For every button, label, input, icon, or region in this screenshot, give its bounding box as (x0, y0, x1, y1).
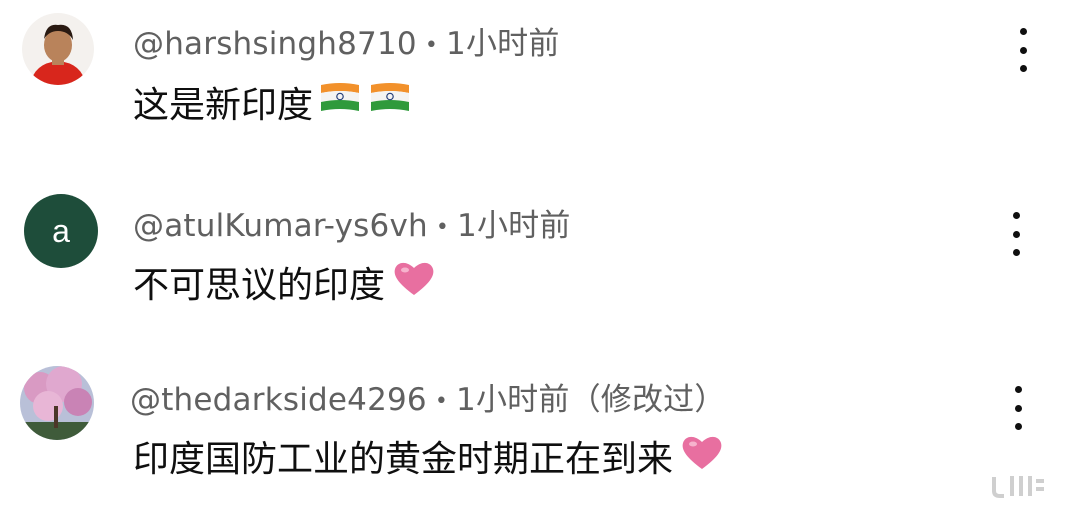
comment-text-row: 这是新印度 (133, 78, 413, 126)
user-avatar[interactable] (20, 366, 94, 440)
comment-text-row: 印度国防工业的黄金时期正在到来 (133, 432, 725, 480)
comment-meta: @atulKumar-ys6vh • 1小时前 (133, 200, 571, 245)
comment-1: @harshsingh8710 • 1小时前 这是新印度 (0, 0, 1080, 160)
watermark-icon (990, 473, 1046, 499)
comment-time: 1小时前 (457, 208, 571, 244)
comment-meta: @harshsingh8710 • 1小时前 (133, 18, 560, 63)
comment-meta: @thedarkside4296 • 1小时前（修改过） (130, 374, 726, 419)
author-handle[interactable]: @thedarkside4296 (130, 382, 427, 418)
comment-3: @thedarkside4296 • 1小时前（修改过） 印度国防工业的黄金时期正在… (0, 350, 1080, 513)
author-handle[interactable]: @atulKumar-ys6vh (133, 208, 428, 244)
meta-separator: • (424, 33, 439, 58)
user-avatar[interactable]: a (24, 194, 98, 268)
more-options-icon[interactable] (1009, 212, 1023, 256)
avatar-letter: a (52, 212, 70, 249)
edited-label: （修改过） (569, 382, 726, 418)
comment-2: a @atulKumar-ys6vh • 1小时前 不可思议的印度 (0, 180, 1080, 330)
comment-time: 1小时前 (456, 382, 570, 418)
author-handle[interactable]: @harshsingh8710 (133, 26, 417, 62)
meta-separator: • (435, 215, 450, 240)
comment-text-row: 不可思议的印度 (133, 258, 437, 306)
comment-text: 印度国防工业的黄金时期正在到来 (133, 439, 674, 480)
india-flag-icon (317, 81, 363, 124)
more-options-icon[interactable] (1011, 386, 1025, 430)
pink-heart-icon (679, 432, 725, 481)
india-flag-icon (367, 81, 413, 124)
meta-separator: • (434, 389, 449, 414)
comment-time: 1小时前 (446, 26, 560, 62)
more-options-icon[interactable] (1016, 28, 1030, 72)
pink-heart-icon (391, 258, 437, 307)
user-avatar[interactable] (22, 13, 94, 85)
comment-text: 这是新印度 (133, 85, 314, 126)
comment-text: 不可思议的印度 (133, 265, 386, 306)
